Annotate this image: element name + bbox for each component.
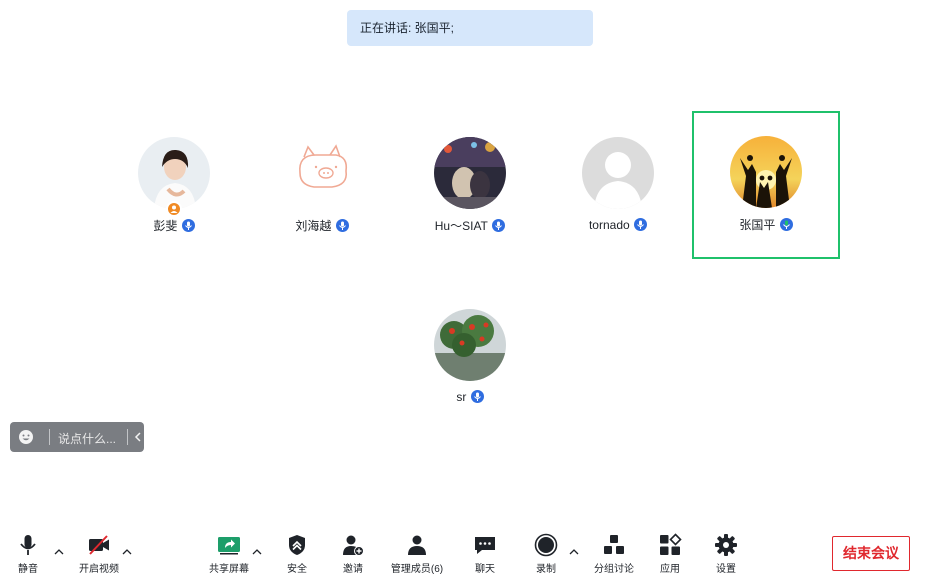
chevron-up-icon[interactable] — [54, 548, 64, 556]
apps-button[interactable]: 应用 — [650, 528, 690, 575]
mic-on-icon — [335, 219, 349, 232]
speaking-banner: 正在讲话: 张国平; — [347, 10, 593, 46]
participant-tile-active-speaker[interactable]: 张国平 — [692, 111, 840, 259]
breakout-label: 分组讨论 — [594, 564, 634, 575]
settings-label: 设置 — [716, 564, 736, 575]
divider — [49, 429, 50, 445]
mic-on-icon — [470, 390, 484, 404]
participant-tile[interactable]: sr — [397, 285, 543, 431]
mic-speaking-icon — [779, 218, 793, 231]
participant-name: Hu～SIAT — [434, 219, 488, 233]
end-meeting-button[interactable]: 结束会议 — [832, 536, 910, 571]
chevron-up-icon[interactable] — [252, 548, 262, 556]
avatar — [582, 137, 654, 209]
breakout-rooms-icon — [604, 535, 624, 554]
host-badge — [166, 201, 182, 217]
participant-name-row: 彭斐 — [101, 217, 247, 234]
participant-name-row: tornado — [545, 217, 691, 232]
avatar — [434, 309, 506, 381]
participant-name: sr — [456, 389, 467, 404]
shield-icon — [289, 535, 305, 555]
host-icon — [170, 205, 178, 213]
manage-members-button[interactable]: 管理成员(6) — [385, 528, 449, 575]
avatar — [730, 136, 802, 208]
apps-label: 应用 — [660, 564, 680, 575]
breakout-rooms-button[interactable]: 分组讨论 — [590, 528, 638, 575]
chat-button[interactable]: 聊天 — [465, 528, 505, 575]
participant-name: tornado — [588, 217, 630, 232]
chevron-up-icon[interactable] — [122, 548, 132, 556]
participant-tile[interactable]: 刘海越 — [249, 113, 395, 259]
members-label: 管理成员(6) — [390, 564, 444, 575]
security-button[interactable]: 安全 — [277, 528, 317, 575]
share-label: 共享屏幕 — [209, 564, 249, 575]
mic-on-icon — [492, 219, 506, 232]
share-screen-icon — [218, 537, 240, 555]
participant-name-row: sr — [397, 389, 543, 404]
record-label: 录制 — [536, 564, 556, 575]
divider — [127, 429, 128, 445]
participant-name-row: 张国平 — [694, 216, 838, 233]
participant-name: 彭斐 — [153, 219, 178, 233]
chat-placeholder[interactable]: 说点什么... — [58, 430, 116, 447]
gear-icon — [715, 534, 737, 556]
participant-tile[interactable]: Hu～SIAT — [397, 113, 543, 259]
mute-button[interactable]: 静音 — [8, 528, 48, 575]
members-icon — [408, 535, 426, 555]
chevron-left-icon[interactable] — [132, 430, 144, 444]
settings-button[interactable]: 设置 — [706, 528, 746, 575]
participant-tile[interactable]: 彭斐 — [101, 113, 247, 259]
video-off-icon — [89, 535, 109, 555]
invite-button[interactable]: 邀请 — [333, 528, 373, 575]
speaking-text: 正在讲话: 张国平; — [360, 21, 455, 35]
video-label: 开启视频 — [79, 564, 119, 575]
start-video-button[interactable]: 开启视频 — [76, 528, 122, 575]
participant-name-row: Hu～SIAT — [397, 217, 543, 234]
add-user-icon — [343, 535, 364, 556]
participant-name: 刘海越 — [295, 219, 332, 233]
record-button[interactable]: 录制 — [526, 528, 566, 575]
emoji-icon[interactable] — [18, 429, 34, 445]
mic-on-icon — [181, 219, 195, 232]
security-label: 安全 — [287, 564, 307, 575]
chevron-up-icon[interactable] — [569, 548, 579, 556]
record-icon — [534, 533, 558, 557]
avatar — [434, 137, 506, 209]
mic-on-icon — [634, 218, 648, 232]
chat-bubble-icon — [475, 537, 495, 554]
apps-icon — [660, 533, 682, 555]
participant-name: 张国平 — [739, 218, 776, 232]
mute-label: 静音 — [18, 564, 38, 575]
invite-label: 邀请 — [343, 564, 363, 575]
microphone-icon — [20, 535, 36, 555]
share-screen-button[interactable]: 共享屏幕 — [206, 528, 252, 575]
avatar — [286, 137, 358, 209]
participant-tile[interactable]: tornado — [545, 113, 691, 259]
chat-quick-input[interactable]: 说点什么... — [10, 422, 144, 452]
participant-name-row: 刘海越 — [249, 217, 395, 234]
meeting-toolbar: 静音 开启视频 共享屏幕 安全 邀请 管理成员(6) 聊天 录制 分组讨论 应用… — [0, 528, 935, 580]
chat-label: 聊天 — [475, 564, 495, 575]
avatar — [138, 137, 210, 209]
